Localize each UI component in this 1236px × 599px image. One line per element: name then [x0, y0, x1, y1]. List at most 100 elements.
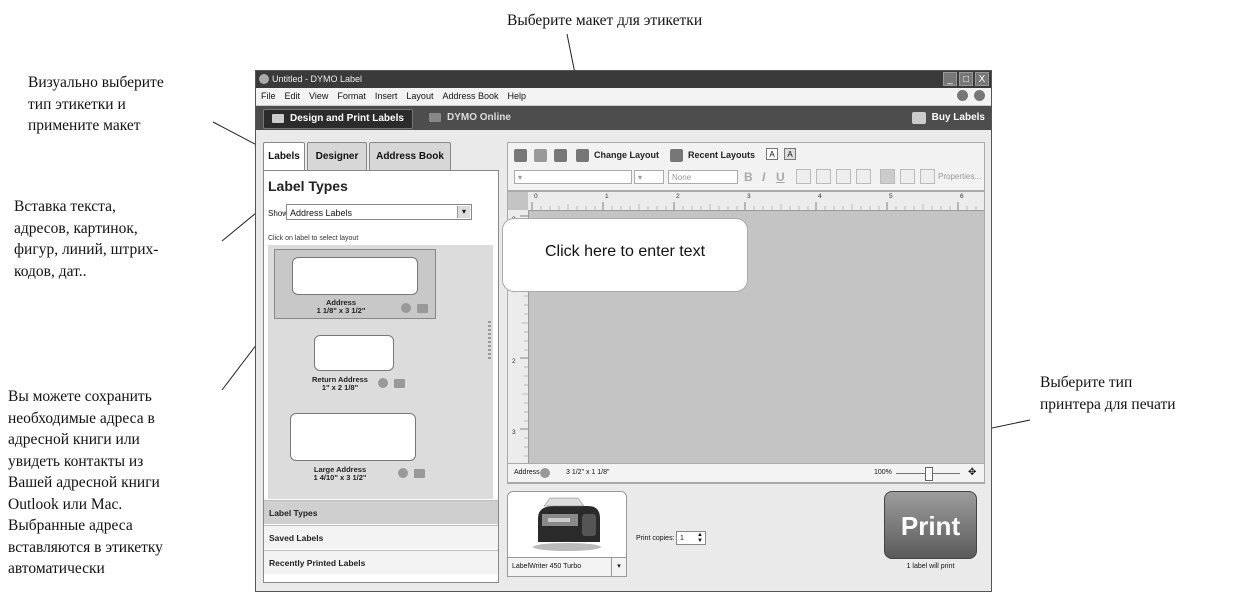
info-icon[interactable]: [540, 468, 550, 478]
align-left-button[interactable]: [796, 169, 811, 184]
title-bar: Untitled - DYMO Label _ □ X: [256, 71, 991, 88]
designer-toolbar: Change Layout Recent Layouts A A ▾ ▾ Non…: [507, 142, 985, 191]
label-preview: [292, 257, 418, 295]
annotation-layout: Выберите макет для этикетки: [507, 12, 703, 29]
dymo-window: Untitled - DYMO Label _ □ X File Edit Vi…: [255, 70, 992, 592]
tab-dymo-online[interactable]: DYMO Online: [421, 109, 519, 127]
chevron-down-icon: ▾: [457, 206, 470, 218]
buy-labels-label: Buy Labels: [931, 112, 985, 123]
tab-labels[interactable]: Labels: [263, 142, 305, 170]
label-item-large-address[interactable]: Large Address 1 4/10" x 3 1/2": [274, 411, 436, 491]
printer-name: LabelWriter 450 Turbo: [512, 563, 582, 570]
annotation-label-type: Визуально выберите тип этикетки и примен…: [28, 74, 164, 134]
ruler-v-3: 3: [512, 429, 516, 436]
label-detail-icon[interactable]: [414, 469, 425, 478]
align-right-button[interactable]: [836, 169, 851, 184]
menu-layout[interactable]: Layout: [406, 88, 433, 105]
tab-address-book[interactable]: Address Book: [369, 142, 451, 170]
underline-button[interactable]: U: [776, 170, 785, 184]
labels-panel: Label Types Show Address Labels ▾ Click …: [263, 170, 499, 583]
print-button[interactable]: Print: [884, 491, 977, 559]
font-style-select[interactable]: None: [668, 170, 738, 184]
vertical-text-button[interactable]: A: [784, 148, 796, 160]
nav-bar: Design and Print Labels DYMO Online Buy …: [256, 106, 991, 130]
label-name: Address 1 1/8" x 3 1/2": [316, 298, 366, 315]
copies-value: 1: [680, 535, 684, 542]
text-box-button[interactable]: A: [766, 148, 778, 160]
accordion-label-types[interactable]: Label Types: [264, 500, 498, 524]
label-placeholder-text: Click here to enter text: [544, 243, 706, 260]
menu-insert[interactable]: Insert: [375, 88, 398, 105]
status-label-name: Address: [514, 469, 540, 476]
align-center-button[interactable]: [816, 169, 831, 184]
print-note: 1 label will print: [906, 563, 955, 570]
maximize-button[interactable]: □: [959, 72, 973, 86]
annotation-address-book: Вы можете сохранить необходимые адреса в…: [8, 388, 163, 577]
info-icon[interactable]: [957, 90, 968, 101]
ruler-v-2: 2: [512, 358, 516, 365]
label-item-return-address[interactable]: Return Address 1" x 2 1/8": [274, 333, 436, 403]
fit-zoom-icon[interactable]: ✥: [968, 464, 976, 482]
italic-button[interactable]: I: [762, 170, 765, 184]
label-icon: [272, 114, 284, 123]
label-text-object[interactable]: Click here to enter text: [502, 218, 748, 292]
menu-help[interactable]: Help: [507, 88, 526, 105]
label-detail-icon[interactable]: [417, 304, 428, 313]
accordion-recently-printed[interactable]: Recently Printed Labels: [264, 550, 498, 574]
change-layout-button[interactable]: Change Layout: [594, 148, 659, 162]
annotation-insert: Вставка текста, адресов, картинок, фигур…: [14, 198, 159, 280]
chevron-down-icon: ▾: [611, 558, 626, 576]
shrink-to-fit-button[interactable]: [900, 169, 915, 184]
label-list: Address 1 1/8" x 3 1/2" Return Address 1…: [268, 245, 493, 499]
info-icon[interactable]: [398, 468, 408, 478]
copies-stepper[interactable]: 1 ▲ ▼: [676, 531, 706, 545]
paste-icon[interactable]: [554, 149, 567, 162]
show-select-value: Address Labels: [290, 208, 353, 218]
justify-button[interactable]: [856, 169, 871, 184]
vertical-align-button[interactable]: [880, 169, 895, 184]
menu-format[interactable]: Format: [337, 88, 366, 105]
window-title: Untitled - DYMO Label: [272, 74, 363, 84]
menu-address-book[interactable]: Address Book: [442, 88, 498, 105]
print-icon[interactable]: [534, 149, 547, 162]
menu-view[interactable]: View: [309, 88, 328, 105]
border-button[interactable]: [920, 169, 935, 184]
accordion-saved-labels[interactable]: Saved Labels: [264, 525, 498, 549]
label-preview: [314, 335, 394, 371]
label-item-address[interactable]: Address 1 1/8" x 3 1/2": [274, 249, 436, 319]
ruler-h-1: 1: [605, 193, 609, 200]
show-select[interactable]: Address Labels ▾: [286, 204, 472, 220]
menu-file[interactable]: File: [261, 88, 276, 105]
info-icon[interactable]: [401, 303, 411, 313]
bold-button[interactable]: B: [744, 170, 753, 184]
globe-icon: [429, 113, 441, 122]
tab-design-and-print[interactable]: Design and Print Labels: [263, 109, 413, 129]
status-bar: Address 3 1/2" x 1 1/8" 100% ✥: [507, 463, 985, 483]
save-icon[interactable]: [514, 149, 527, 162]
zoom-slider-thumb[interactable]: [925, 467, 933, 481]
label-detail-icon[interactable]: [394, 379, 405, 388]
font-family-select[interactable]: ▾: [514, 170, 632, 184]
ruler-h-2: 2: [676, 193, 680, 200]
properties-button[interactable]: Properties...: [938, 172, 981, 181]
horizontal-ruler: 0 1 2 3 4 5 6: [528, 192, 984, 211]
close-button[interactable]: X: [975, 72, 989, 86]
layout-icon: [576, 149, 589, 162]
panel-resize-handle[interactable]: [488, 321, 491, 361]
ruler-h-6: 6: [960, 193, 964, 200]
tab-designer[interactable]: Designer: [307, 142, 367, 170]
settings-icon[interactable]: [974, 90, 985, 101]
menu-edit[interactable]: Edit: [285, 88, 301, 105]
font-size-select[interactable]: ▾: [634, 170, 664, 184]
recent-layouts-button[interactable]: Recent Layouts: [688, 148, 755, 162]
printer-icon: [533, 497, 601, 551]
recent-layouts-icon: [670, 149, 683, 162]
printer-select[interactable]: LabelWriter 450 Turbo ▾: [507, 557, 627, 577]
minimize-button[interactable]: _: [943, 72, 957, 86]
menu-bar: File Edit View Format Insert Layout Addr…: [256, 88, 991, 106]
stepper-arrows-icon[interactable]: ▲ ▼: [697, 532, 703, 544]
info-icon[interactable]: [378, 378, 388, 388]
annotation-printer: Выберите тип принтера для печати: [1040, 374, 1176, 413]
ruler-h-4: 4: [818, 193, 822, 200]
buy-labels-button[interactable]: Buy Labels: [911, 109, 985, 127]
